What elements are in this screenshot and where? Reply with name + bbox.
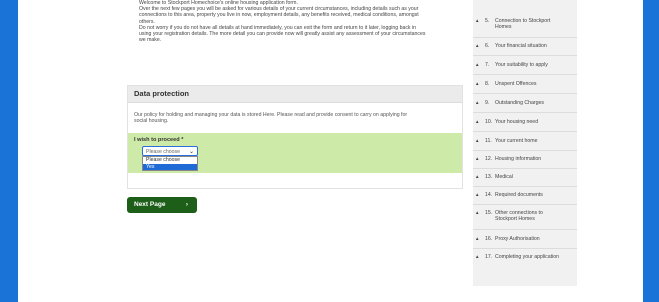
divider (473, 229, 577, 230)
sidebar-item-number: 14. (485, 192, 493, 198)
proceed-dropdown: Please choose Yes (142, 156, 198, 171)
sidebar-item-label: Required documents (495, 192, 543, 198)
sidebar-item-number: 10. (485, 119, 493, 125)
proceed-section: I wish to proceed * Please choose ⌄ Plea… (128, 133, 462, 173)
sidebar-item-number: 16. (485, 236, 493, 242)
sidebar-item-number: 8. (485, 81, 490, 87)
intro-text: Welcome to Stockport Homechoice's online… (139, 0, 461, 43)
sidebar-item-label: Your housing need (495, 119, 539, 125)
data-protection-title: Data protection (128, 86, 462, 103)
divider (473, 248, 577, 249)
main-content: Welcome to Stockport Homechoice's online… (116, 0, 463, 302)
data-protection-panel: Data protection Our policy for holding a… (127, 85, 463, 189)
intro-line: we make. (139, 37, 162, 44)
sidebar-item-number: 11. (485, 138, 492, 144)
divider (473, 112, 577, 113)
triangle-icon: ▲ (475, 210, 480, 215)
sidebar-item-number: 6. (485, 43, 490, 49)
triangle-icon: ▲ (475, 236, 480, 241)
triangle-icon: ▲ (475, 156, 480, 161)
divider (473, 37, 577, 38)
sidebar-item-number: 15. (485, 210, 493, 216)
sidebar-item-label: Completing your application (495, 254, 560, 260)
triangle-icon: ▲ (475, 174, 480, 179)
chevron-right-icon: › (185, 201, 188, 208)
next-page-label: Next Page (134, 201, 166, 208)
triangle-icon: ▲ (475, 254, 480, 259)
proceed-label: I wish to proceed * (134, 137, 184, 143)
sidebar-item-label: Unspent Offences (495, 81, 537, 87)
divider (473, 168, 577, 169)
proceed-select[interactable]: Please choose ⌄ (142, 146, 198, 156)
sidebar-item-label: Housing information (495, 156, 542, 162)
triangle-icon: ▲ (475, 119, 480, 124)
triangle-icon: ▲ (475, 81, 480, 86)
sidebar-item-number: 9. (485, 100, 490, 106)
sidebar-item-label: Outstanding Charges (495, 100, 545, 106)
data-protection-text: Our policy for holding and managing your… (134, 112, 456, 125)
triangle-icon: ▲ (475, 192, 480, 197)
intro-line: connections to this area, property you l… (139, 12, 419, 19)
divider (473, 186, 577, 187)
divider (473, 150, 577, 151)
sidebar-item-label: Your financial situation (495, 43, 547, 49)
divider (473, 131, 577, 132)
sidebar-item-number: 17. (485, 254, 493, 260)
sidebar-item-number: 7. (485, 62, 490, 68)
page-frame: Welcome to Stockport Homechoice's online… (18, 0, 643, 302)
divider (473, 74, 577, 75)
sidebar-item-label: Connection to Stockport Homes (495, 18, 551, 31)
proceed-select-value: Please choose (146, 149, 181, 155)
triangle-icon: ▲ (475, 138, 480, 143)
data-protection-line: social housing. (134, 118, 169, 125)
sidebar-item-label: Other connections to Stockport Homes (495, 210, 543, 223)
sidebar-item-label: Proxy Authorisation (495, 236, 540, 242)
next-page-button[interactable]: Next Page › (127, 197, 197, 213)
sidebar-item-number: 12. (485, 156, 493, 162)
divider (473, 93, 577, 94)
sidebar-item-number: 5. (485, 18, 490, 24)
triangle-icon: ▲ (475, 62, 480, 67)
dropdown-option-selected[interactable]: Yes (143, 163, 197, 170)
sidebar-item-label: Your suitability to apply (495, 62, 548, 68)
sidebar-item-number: 13. (485, 174, 493, 180)
sidebar-item-label: Medical (495, 174, 513, 180)
sidebar-item-label: Your current home (495, 138, 538, 144)
triangle-icon: ▲ (475, 18, 480, 23)
triangle-icon: ▲ (475, 100, 480, 105)
divider (473, 55, 577, 56)
divider (473, 204, 577, 205)
triangle-icon: ▲ (475, 43, 480, 48)
progress-sidebar: ▲ 5. Connection to Stockport Homes ▲ 6. … (473, 0, 577, 286)
intro-line: using your registration details. The mor… (139, 31, 426, 38)
